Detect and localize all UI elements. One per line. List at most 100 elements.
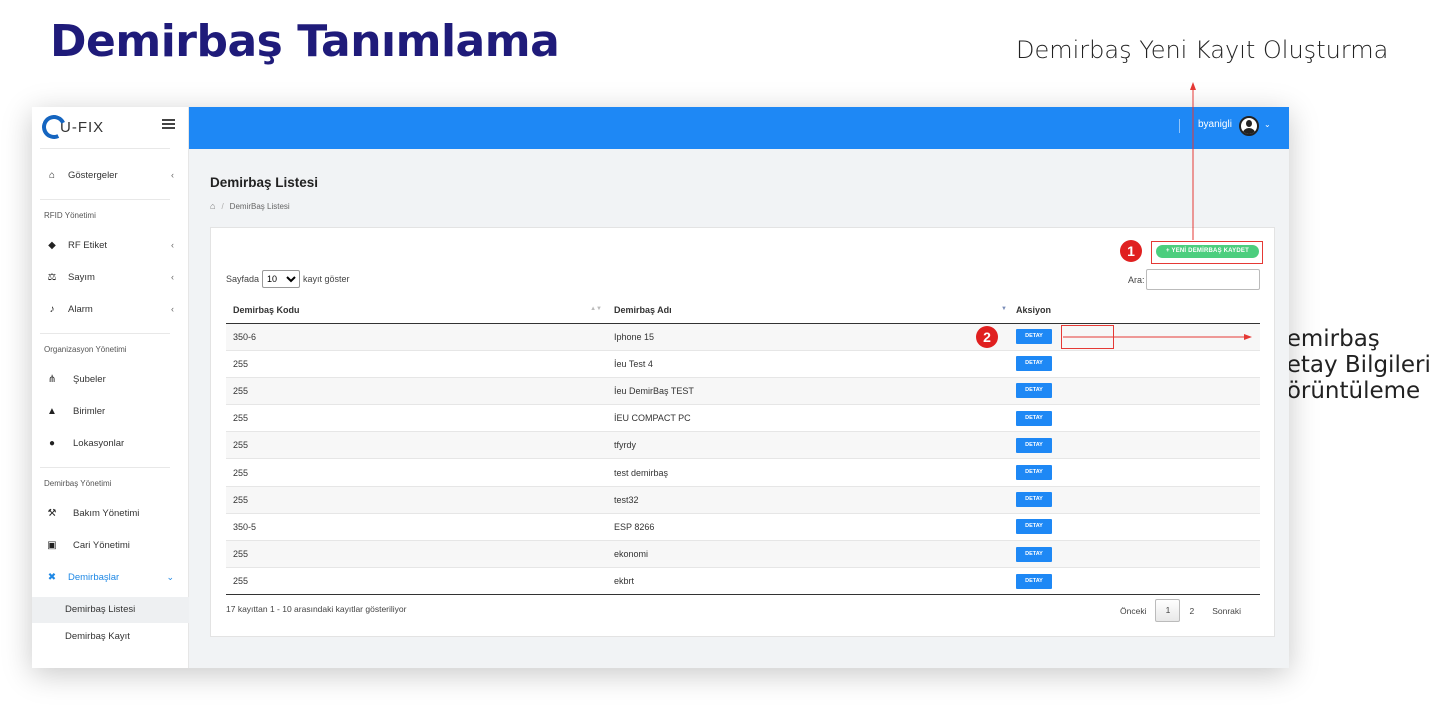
- cell-name: test demirbaş: [606, 458, 1011, 487]
- app-window: U-FIX ⌂ Göstergeler ‹ RFID Yönetimi ◆ RF…: [32, 107, 1289, 668]
- detail-button[interactable]: DETAY: [1016, 410, 1052, 426]
- hammer-icon: ⚒: [47, 507, 57, 519]
- pager-page-1[interactable]: 1: [1155, 599, 1181, 622]
- breadcrumb-current: DemirBaş Listesi: [229, 201, 290, 211]
- cell-name: ekonomi: [606, 540, 1011, 569]
- pager-next[interactable]: Sonraki: [1203, 606, 1250, 616]
- chevron-left-icon: ‹: [171, 272, 174, 282]
- logo: U-FIX: [38, 111, 104, 143]
- detail-button[interactable]: DETAY: [1016, 492, 1052, 508]
- username[interactable]: byanigli: [1198, 119, 1232, 130]
- content-title: Demirbaş Listesi: [210, 175, 319, 190]
- detail-button[interactable]: DETAY: [1016, 437, 1052, 453]
- sidebar-subitem-demirbas-listesi[interactable]: Demirbaş Listesi: [32, 597, 189, 623]
- column-header-name[interactable]: Demirbaş Adı ▼: [606, 298, 1011, 324]
- length-suffix: kayıt göster: [303, 274, 350, 284]
- column-header-code[interactable]: Demirbaş Kodu ▲▼: [226, 298, 606, 324]
- detail-button[interactable]: DETAY: [1016, 546, 1052, 562]
- new-demirbas-button[interactable]: + YENİ DEMİRBAŞ KAYDET: [1156, 245, 1259, 258]
- sitemap-icon: ⋔: [47, 373, 57, 385]
- page-length-select[interactable]: 10: [262, 270, 301, 288]
- step-badge-1: 1: [1120, 240, 1142, 262]
- cell-action: DETAY: [1011, 404, 1260, 433]
- cell-code: 255: [226, 431, 606, 460]
- cell-action: DETAY: [1011, 377, 1260, 406]
- table-row: 255 ekonomi DETAY: [226, 540, 1260, 569]
- sidebar-item-birimler[interactable]: ▲ Birimler: [44, 402, 174, 420]
- highlight-box-detail: [1061, 325, 1114, 349]
- sidebar-item-rf-etiket[interactable]: ◆ RF Etiket ‹: [44, 236, 174, 254]
- sidebar-item-subeler[interactable]: ⋔ Şubeler: [44, 370, 174, 388]
- cell-code: 255: [226, 458, 606, 487]
- divider: [40, 148, 170, 149]
- search-input[interactable]: [1146, 269, 1260, 290]
- logo-icon: [38, 111, 70, 143]
- new-record-annotation: Demirbaş Yeni Kayıt Oluşturma: [1016, 36, 1389, 64]
- detail-button[interactable]: DETAY: [1016, 383, 1052, 399]
- divider: [40, 199, 170, 200]
- cell-action: DETAY: [1011, 513, 1260, 542]
- cell-code: 350-5: [226, 513, 606, 542]
- sidebar-item-label: RF Etiket: [68, 239, 108, 251]
- table-row: 255 ekbrt DETAY: [226, 567, 1260, 596]
- sidebar-item-alarm[interactable]: ♪ Alarm ‹: [44, 300, 175, 318]
- chevron-left-icon: ‹: [171, 304, 174, 314]
- pager-page-2[interactable]: 2: [1180, 606, 1203, 616]
- cell-action: DETAY: [1011, 458, 1260, 487]
- table-row: 255 İEU COMPACT PC DETAY: [226, 404, 1260, 433]
- avatar[interactable]: [1239, 116, 1259, 136]
- section-demirbas: Demirbaş Yönetimi: [44, 479, 112, 488]
- counting-icon: ⚖: [47, 271, 57, 283]
- pagination: Önceki 1 2 Sonraki: [1111, 599, 1250, 622]
- cell-action: DETAY: [1011, 350, 1260, 378]
- table-row: 255 İeu Test 4 DETAY: [226, 350, 1260, 378]
- column-header-action: Aksiyon: [1011, 298, 1260, 324]
- tag-icon: ◆: [48, 239, 56, 251]
- home-icon[interactable]: ⌂: [210, 201, 215, 211]
- detail-button[interactable]: DETAY: [1016, 465, 1052, 481]
- length-prefix: Sayfada: [226, 274, 260, 284]
- cell-code: 255: [226, 377, 606, 406]
- chevron-left-icon: ‹: [171, 170, 174, 180]
- table-row: 255 tfyrdy DETAY: [226, 431, 1260, 460]
- chevron-left-icon: ‹: [171, 240, 174, 250]
- cell-action: DETAY: [1011, 567, 1260, 596]
- detail-annotation-line: Demirbaş: [1269, 326, 1380, 352]
- sidebar-item-sayim[interactable]: ⚖ Sayım ‹: [44, 268, 174, 286]
- detail-annotation-line: Detay Bilgileri: [1269, 352, 1431, 378]
- section-rfid: RFID Yönetimi: [44, 211, 96, 220]
- chevron-down-icon[interactable]: ⌄: [1264, 120, 1271, 129]
- detail-annotation: Demirbaş Detay Bilgileri Görüntüleme: [1269, 326, 1431, 404]
- sidebar-subitem-demirbas-kayit[interactable]: Demirbaş Kayıt: [32, 624, 189, 650]
- home-icon: ⌂: [48, 169, 56, 181]
- sidebar-item-demirbaslar[interactable]: ✖ Demirbaşlar ⌄: [44, 568, 174, 586]
- cell-name: test32: [606, 486, 1011, 514]
- sidebar-item-bakim[interactable]: ⚒ Bakım Yönetimi: [44, 504, 174, 522]
- sidebar: U-FIX ⌂ Göstergeler ‹ RFID Yönetimi ◆ RF…: [32, 107, 189, 668]
- column-header-label: Aksiyon: [1016, 305, 1052, 316]
- cell-code: 255: [226, 540, 606, 569]
- account-icon: ▣: [47, 539, 57, 551]
- sidebar-item-lokasyonlar[interactable]: ● Lokasyonlar: [44, 434, 174, 452]
- detail-button[interactable]: DETAY: [1016, 329, 1052, 345]
- page-length-control: Sayfada 10 kayıt göster: [226, 270, 350, 288]
- cell-action: DETAY: [1011, 323, 1260, 351]
- sidebar-item-cari[interactable]: ▣ Cari Yönetimi: [44, 536, 174, 554]
- detail-button[interactable]: DETAY: [1016, 356, 1052, 372]
- sidebar-item-label: Demirbaşlar: [68, 571, 120, 583]
- sidebar-item-label: Alarm: [68, 303, 93, 315]
- pager-prev[interactable]: Önceki: [1111, 606, 1155, 616]
- cell-action: DETAY: [1011, 486, 1260, 514]
- detail-button[interactable]: DETAY: [1016, 519, 1052, 535]
- hamburger-menu-icon[interactable]: [162, 119, 175, 129]
- detail-button[interactable]: DETAY: [1016, 573, 1052, 589]
- sidebar-item-gostergeler[interactable]: ⌂ Göstergeler ‹: [44, 166, 174, 184]
- cell-code: 255: [226, 486, 606, 514]
- breadcrumb: ⌂ / DemirBaş Listesi: [210, 201, 290, 211]
- sidebar-item-label: Birimler: [73, 405, 106, 417]
- table-row: 255 İeu DemirBaş TEST DETAY: [226, 377, 1260, 406]
- sidebar-item-label: Cari Yönetimi: [73, 539, 130, 551]
- breadcrumb-separator: /: [221, 201, 224, 211]
- list-card: + YENİ DEMİRBAŞ KAYDET 1 Sayfada 10 kayı…: [210, 227, 1275, 637]
- cell-name: ESP 8266: [606, 513, 1011, 542]
